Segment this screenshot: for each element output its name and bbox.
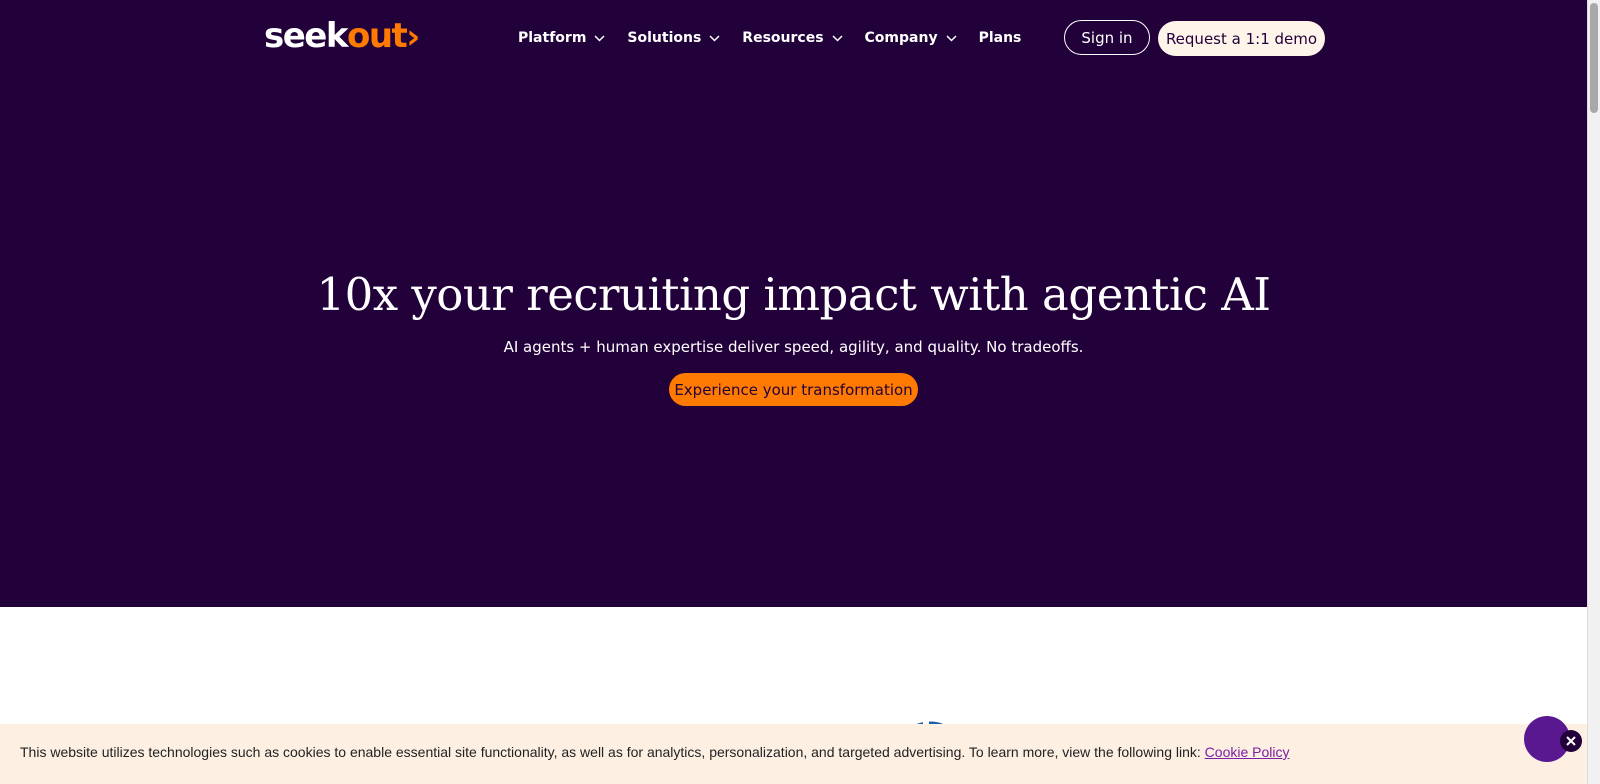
experience-transformation-button[interactable]: Experience your transformation <box>669 373 918 406</box>
chevron-down-icon <box>594 34 605 42</box>
cookie-text: This website utilizes technologies such … <box>20 744 1290 760</box>
nav-label: Solutions <box>627 30 702 46</box>
main-nav: Platform Solutions Resources Company Pla… <box>518 26 1021 50</box>
request-demo-button[interactable]: Request a 1:1 demo <box>1158 21 1325 56</box>
nav-item-resources[interactable]: Resources <box>742 30 843 46</box>
cookie-close-button[interactable] <box>1560 730 1582 752</box>
nav-label: Platform <box>518 30 587 46</box>
scrollbar-thumb[interactable] <box>1590 3 1598 113</box>
sign-in-button[interactable]: Sign in <box>1064 20 1150 55</box>
seekout-logo[interactable]: seek out › <box>264 14 420 58</box>
logo-chevron: › <box>406 17 420 57</box>
logo-text-seek: seek <box>264 16 348 56</box>
nav-label: Company <box>864 30 938 46</box>
nav-label: Resources <box>742 30 824 46</box>
close-icon <box>1566 736 1576 746</box>
hero-section: seek out › Platform Solutions Resources Co… <box>0 0 1587 607</box>
logo-text-out: out <box>346 16 408 56</box>
nav-label: Plans <box>978 30 1022 46</box>
nav-item-solutions[interactable]: Solutions <box>627 30 720 46</box>
nav-item-platform[interactable]: Platform <box>518 30 605 46</box>
hero-subtitle: AI agents + human expertise deliver spee… <box>503 338 1084 356</box>
cookie-message: This website utilizes technologies such … <box>20 744 1205 760</box>
chevron-down-icon <box>709 34 720 42</box>
page-scrollbar[interactable] <box>1587 0 1600 784</box>
nav-item-plans[interactable]: Plans <box>979 30 1022 46</box>
cookie-policy-link[interactable]: Cookie Policy <box>1205 744 1290 760</box>
cookie-banner: This website utilizes technologies such … <box>0 724 1587 784</box>
chevron-down-icon <box>946 34 957 42</box>
hero-title: 10x your recruiting impact with agentic … <box>316 268 1271 321</box>
chevron-down-icon <box>832 34 843 42</box>
nav-item-company[interactable]: Company <box>865 30 957 46</box>
